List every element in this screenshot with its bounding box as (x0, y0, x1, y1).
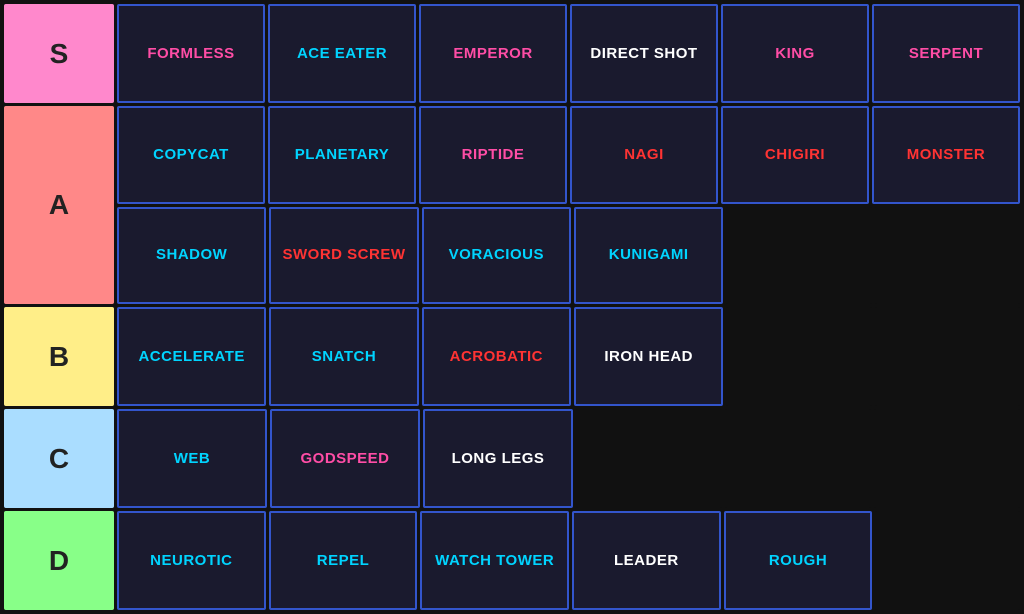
tier-label-D: D (4, 511, 114, 610)
tier-C: CWEBGODSPEEDLONG LEGS (4, 409, 1020, 508)
tier-cell-A-0-5: MONSTER (872, 106, 1020, 204)
tier-label-C: C (4, 409, 114, 508)
tier-cell-D-0-2: WATCH TOWER (420, 511, 569, 610)
tier-cell-C-0-2: LONG LEGS (423, 409, 573, 508)
tier-cell-S-0-2: EMPEROR (419, 4, 567, 103)
tier-cell-S-0-3: DIRECT SHOT (570, 4, 718, 103)
tier-rows-C: WEBGODSPEEDLONG LEGS (117, 409, 1020, 508)
tier-cell-D-0-1: REPEL (269, 511, 418, 610)
tier-list: SFORMLESSACE EATEREMPERORDIRECT SHOTKING… (0, 0, 1024, 614)
tier-cell-B-0-5 (875, 307, 1020, 406)
tier-cell-A-1-4 (726, 207, 871, 305)
tier-cell-A-1-1: SWORD SCREW (269, 207, 418, 305)
tier-cell-A-0-3: NAGI (570, 106, 718, 204)
tier-A: ACOPYCATPLANETARYRIPTIDENAGICHIGIRIMONST… (4, 106, 1020, 304)
tier-row-B-0: ACCELERATESNATCHACROBATICIRON HEAD (117, 307, 1020, 406)
tier-row-A-1: SHADOWSWORD SCREWVORACIOUSKUNIGAMI (117, 207, 1020, 305)
tier-cell-A-0-4: CHIGIRI (721, 106, 869, 204)
tier-row-C-0: WEBGODSPEEDLONG LEGS (117, 409, 1020, 508)
tier-row-D-0: NEUROTICREPELWATCH TOWERLEADERROUGH (117, 511, 1020, 610)
tier-cell-S-0-4: KING (721, 4, 869, 103)
tier-cell-B-0-3: IRON HEAD (574, 307, 723, 406)
tier-cell-A-0-1: PLANETARY (268, 106, 416, 204)
tier-cell-B-0-1: SNATCH (269, 307, 418, 406)
tier-cell-D-0-0: NEUROTIC (117, 511, 266, 610)
tier-cell-D-0-5 (875, 511, 1020, 610)
tier-cell-C-0-0: WEB (117, 409, 267, 508)
tier-rows-B: ACCELERATESNATCHACROBATICIRON HEAD (117, 307, 1020, 406)
tier-cell-B-0-0: ACCELERATE (117, 307, 266, 406)
tier-label-A: A (4, 106, 114, 304)
tier-cell-S-0-5: SERPENT (872, 4, 1020, 103)
tier-cell-A-0-2: RIPTIDE (419, 106, 567, 204)
tier-cell-C-0-1: GODSPEED (270, 409, 420, 508)
tier-cell-S-0-0: FORMLESS (117, 4, 265, 103)
tier-label-B: B (4, 307, 114, 406)
tier-rows-D: NEUROTICREPELWATCH TOWERLEADERROUGH (117, 511, 1020, 610)
tier-label-S: S (4, 4, 114, 103)
tier-cell-C-0-4 (725, 409, 871, 508)
tier-cell-A-1-0: SHADOW (117, 207, 266, 305)
tier-cell-A-1-2: VORACIOUS (422, 207, 571, 305)
tier-cell-A-1-5 (875, 207, 1020, 305)
tier-cell-B-0-2: ACROBATIC (422, 307, 571, 406)
tier-cell-A-0-0: COPYCAT (117, 106, 265, 204)
tier-cell-S-0-1: ACE EATER (268, 4, 416, 103)
tier-cell-A-1-3: KUNIGAMI (574, 207, 723, 305)
tier-row-S-0: FORMLESSACE EATEREMPERORDIRECT SHOTKINGS… (117, 4, 1020, 103)
tier-cell-D-0-3: LEADER (572, 511, 721, 610)
tier-rows-S: FORMLESSACE EATEREMPERORDIRECT SHOTKINGS… (117, 4, 1020, 103)
tier-cell-C-0-3 (576, 409, 722, 508)
tier-row-A-0: COPYCATPLANETARYRIPTIDENAGICHIGIRIMONSTE… (117, 106, 1020, 204)
tier-cell-D-0-4: ROUGH (724, 511, 873, 610)
tier-D: DNEUROTICREPELWATCH TOWERLEADERROUGH (4, 511, 1020, 610)
tier-cell-B-0-4 (726, 307, 871, 406)
tier-B: BACCELERATESNATCHACROBATICIRON HEAD (4, 307, 1020, 406)
tier-rows-A: COPYCATPLANETARYRIPTIDENAGICHIGIRIMONSTE… (117, 106, 1020, 304)
tier-S: SFORMLESSACE EATEREMPERORDIRECT SHOTKING… (4, 4, 1020, 103)
tier-cell-C-0-5 (874, 409, 1020, 508)
